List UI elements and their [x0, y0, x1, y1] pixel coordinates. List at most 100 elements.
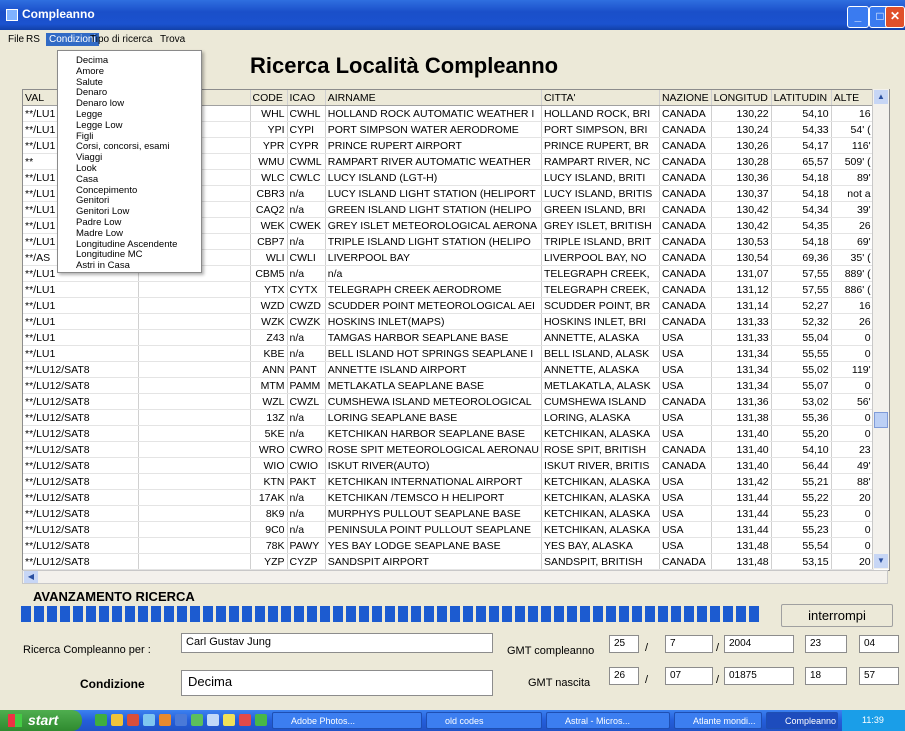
table-cell[interactable] [138, 297, 251, 314]
table-cell[interactable]: CWHL [287, 105, 326, 122]
table-cell[interactable]: 53,02 [771, 393, 832, 410]
table-cell[interactable]: **/LU12/SAT8 [23, 457, 139, 474]
table-cell[interactable] [138, 457, 251, 474]
menu-file[interactable]: File [8, 34, 24, 45]
table-cell[interactable]: **/LU12/SAT8 [23, 505, 139, 522]
column-header[interactable]: LATITUDIN [771, 90, 832, 106]
table-cell[interactable]: PANT [287, 361, 326, 378]
table-cell[interactable]: **/LU1 [23, 297, 139, 314]
menu-item[interactable]: Casa [76, 174, 98, 185]
start-button[interactable]: start [0, 710, 82, 731]
gmt-birth-day[interactable]: 26 [609, 667, 639, 685]
menu-item[interactable]: Decima [76, 55, 108, 66]
table-cell[interactable]: RAMPART RIVER, NC [541, 153, 660, 170]
table-cell[interactable]: 65,57 [771, 153, 832, 170]
table-cell[interactable]: 89' [831, 169, 874, 186]
table-cell[interactable]: SANDSPIT AIRPORT [325, 553, 542, 570]
close-button[interactable]: ✕ [885, 6, 905, 28]
table-cell[interactable]: WZL [250, 393, 288, 410]
table-cell[interactable]: **/LU12/SAT8 [23, 377, 139, 394]
title-bar[interactable]: Compleanno _ □ ✕ [0, 0, 905, 30]
table-cell[interactable]: USA [659, 425, 712, 442]
table-cell[interactable]: PENINSULA POINT PULLOUT SEAPLANE [325, 521, 542, 538]
table-cell[interactable]: KETCHIKAN, ALASKA [541, 489, 660, 506]
table-cell[interactable]: 131,44 [711, 521, 772, 538]
table-cell[interactable]: PAWY [287, 537, 326, 554]
table-cell[interactable]: KETCHIKAN, ALASKA [541, 505, 660, 522]
table-cell[interactable]: KETCHIKAN, ALASKA [541, 473, 660, 490]
table-cell[interactable]: WLI [250, 249, 288, 266]
table-cell[interactable]: 69,36 [771, 249, 832, 266]
table-cell[interactable] [138, 329, 251, 346]
table-cell[interactable]: KETCHIKAN, ALASKA [541, 425, 660, 442]
menu-item[interactable]: Viaggi [76, 152, 102, 163]
table-cell[interactable]: 54,18 [771, 185, 832, 202]
table-cell[interactable]: CANADA [659, 457, 712, 474]
menu-trova[interactable]: Trova [160, 34, 185, 45]
table-cell[interactable]: SANDSPIT, BRITISH [541, 553, 660, 570]
menu-item[interactable]: Denaro [76, 87, 107, 98]
menu-item[interactable]: Longitudine Ascendente [76, 239, 177, 250]
table-cell[interactable]: CANADA [659, 441, 712, 458]
table-cell[interactable]: 131,34 [711, 361, 772, 378]
menu-item[interactable]: Corsi, concorsi, esami [76, 141, 169, 152]
scroll-thumb[interactable] [874, 412, 888, 428]
table-cell[interactable]: 55,36 [771, 409, 832, 426]
column-header[interactable]: AIRNAME [325, 90, 542, 106]
stop-button[interactable]: interrompi [781, 604, 893, 627]
table-cell[interactable] [138, 361, 251, 378]
table-cell[interactable]: 17AK [250, 489, 288, 506]
table-cell[interactable]: WIO [250, 457, 288, 474]
table-cell[interactable]: 130,37 [711, 185, 772, 202]
table-cell[interactable]: KBE [250, 345, 288, 362]
table-cell[interactable]: CANADA [659, 553, 712, 570]
horizontal-scrollbar[interactable]: ◀ [22, 570, 888, 584]
scroll-left-icon[interactable]: ◀ [24, 571, 38, 583]
quicklaunch-icon[interactable] [207, 714, 219, 726]
table-cell[interactable]: 56' [831, 393, 874, 410]
table-cell[interactable]: 54' ( [831, 121, 874, 138]
table-cell[interactable] [138, 489, 251, 506]
column-header[interactable]: NAZIONE [659, 90, 712, 106]
column-header[interactable]: ICAO [287, 90, 326, 106]
table-cell[interactable]: WHL [250, 105, 288, 122]
table-cell[interactable]: USA [659, 473, 712, 490]
table-cell[interactable]: 889' ( [831, 265, 874, 282]
table-row[interactable]: **/LU1 WZD CWZD SCUDDER POINT METEOROLOGICA… [23, 297, 874, 314]
table-cell[interactable]: **/LU12/SAT8 [23, 425, 139, 442]
table-cell[interactable]: HOLLAND ROCK AUTOMATIC WEATHER I [325, 105, 542, 122]
table-cell[interactable]: 131,40 [711, 457, 772, 474]
table-cell[interactable]: 131,12 [711, 281, 772, 298]
menu-tipo-di-ricerca[interactable]: Tipo di ricerca [90, 34, 152, 45]
table-cell[interactable]: 55,54 [771, 537, 832, 554]
table-cell[interactable] [138, 377, 251, 394]
table-cell[interactable]: 55,04 [771, 329, 832, 346]
table-cell[interactable]: GREY ISLET METEOROLOGICAL AERONA [325, 217, 542, 234]
table-row[interactable]: **/LU12/SAT8 WRO CWRO ROSE SPIT METEOROLOGI… [23, 441, 874, 458]
table-cell[interactable]: WZD [250, 297, 288, 314]
table-cell[interactable]: 131,48 [711, 553, 772, 570]
gmt-birthday-minute[interactable]: 04 [859, 635, 899, 653]
scroll-down-icon[interactable]: ▼ [874, 554, 888, 568]
table-cell[interactable]: CWZK [287, 313, 326, 330]
table-cell[interactable] [138, 393, 251, 410]
table-cell[interactable]: 131,33 [711, 313, 772, 330]
table-cell[interactable]: LUCY ISLAND (LGT-H) [325, 169, 542, 186]
table-cell[interactable]: 0 [831, 409, 874, 426]
table-cell[interactable]: 55,02 [771, 361, 832, 378]
table-cell[interactable]: USA [659, 489, 712, 506]
table-cell[interactable]: 8K9 [250, 505, 288, 522]
table-cell[interactable]: USA [659, 329, 712, 346]
quicklaunch-icon[interactable] [127, 714, 139, 726]
name-field[interactable]: Carl Gustav Jung [181, 633, 493, 653]
table-cell[interactable]: n/a [287, 505, 326, 522]
table-cell[interactable] [138, 425, 251, 442]
table-cell[interactable]: n/a [287, 233, 326, 250]
table-cell[interactable]: CBP7 [250, 233, 288, 250]
task-old-codes[interactable]: old codes [426, 712, 542, 729]
table-cell[interactable]: ANN [250, 361, 288, 378]
table-cell[interactable]: 26 [831, 313, 874, 330]
table-cell[interactable]: ISKUT RIVER(AUTO) [325, 457, 542, 474]
gmt-birthday-year[interactable]: 2004 [724, 635, 794, 653]
table-cell[interactable]: **/LU1 [23, 329, 139, 346]
